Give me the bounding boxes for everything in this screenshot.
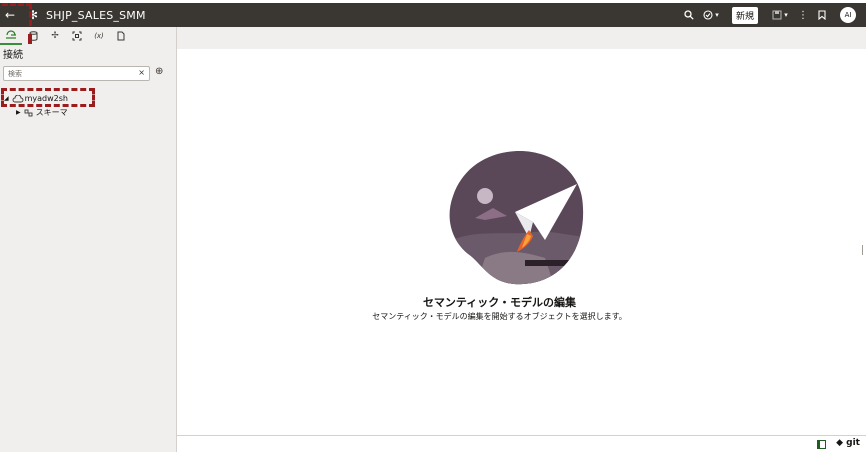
search-placeholder: 検索 xyxy=(8,69,22,78)
highlight-marker xyxy=(28,34,32,44)
tree-item-label: スキーマ xyxy=(35,108,68,117)
add-connection-button[interactable]: ⊕ xyxy=(155,67,165,77)
app-header: ← ✻ SHJP_SALES_SMM ▾ 新規 ▾ ⋮ AI xyxy=(0,3,866,27)
search-button[interactable] xyxy=(680,3,698,27)
check-circle-icon xyxy=(703,10,713,20)
chevron-down-icon: ▾ xyxy=(715,11,719,19)
more-vertical-icon: ⋮ xyxy=(798,9,808,21)
document-icon xyxy=(117,31,125,41)
header-actions: ▾ 新規 ▾ ⋮ AI xyxy=(680,3,866,27)
collapsed-triangle-icon: ▶ xyxy=(16,109,21,116)
search-icon xyxy=(684,10,694,20)
chevron-down-icon: ▾ xyxy=(784,11,788,19)
git-button[interactable]: ◆ git xyxy=(836,438,860,448)
bookmark-icon xyxy=(818,10,826,20)
empty-state-subtext: セマンティック・モデルの編集を開始するオブジェクトを選択します。 xyxy=(372,312,627,321)
fit-icon xyxy=(72,31,82,41)
connections-icon xyxy=(6,30,16,39)
panel-tabs: ✢ (x) xyxy=(0,27,132,45)
tab-document[interactable] xyxy=(110,27,132,45)
empty-state-heading: セマンティック・モデルの編集 xyxy=(422,296,577,309)
tab-connections[interactable] xyxy=(0,27,22,45)
move-icon: ✢ xyxy=(51,31,59,41)
panel-toggle-icon[interactable] xyxy=(817,440,826,449)
tab-variable[interactable]: (x) xyxy=(88,27,110,45)
variable-icon: (x) xyxy=(94,32,104,40)
bookmark-button[interactable] xyxy=(812,3,832,27)
check-menu-button[interactable]: ▾ xyxy=(698,3,724,27)
tab-database[interactable] xyxy=(22,27,44,45)
avatar[interactable]: AI xyxy=(840,7,856,23)
paper-plane-illustration xyxy=(449,151,584,285)
git-icon: ◆ xyxy=(836,438,844,448)
main-toolbar-area xyxy=(177,27,866,49)
schema-icon xyxy=(24,109,33,116)
save-menu-button[interactable]: ▾ xyxy=(766,3,794,27)
highlight-box-connection xyxy=(1,88,95,107)
git-label: git xyxy=(846,438,860,448)
search-input[interactable]: 検索 × xyxy=(3,66,150,81)
highlight-box-tab xyxy=(2,3,32,26)
section-title: 接続 xyxy=(3,50,23,61)
tab-move[interactable]: ✢ xyxy=(44,27,66,45)
tree-item-schema[interactable]: ▶ スキーマ xyxy=(16,107,68,118)
new-button[interactable]: 新規 xyxy=(731,6,758,24)
page-title: SHJP_SALES_SMM xyxy=(46,8,146,22)
resize-handle[interactable] xyxy=(862,245,863,255)
clear-icon[interactable]: × xyxy=(138,68,145,77)
status-bar: ◆ git xyxy=(177,435,866,452)
save-icon xyxy=(772,10,782,20)
more-button[interactable]: ⋮ xyxy=(794,3,812,27)
tab-fit[interactable] xyxy=(66,27,88,45)
